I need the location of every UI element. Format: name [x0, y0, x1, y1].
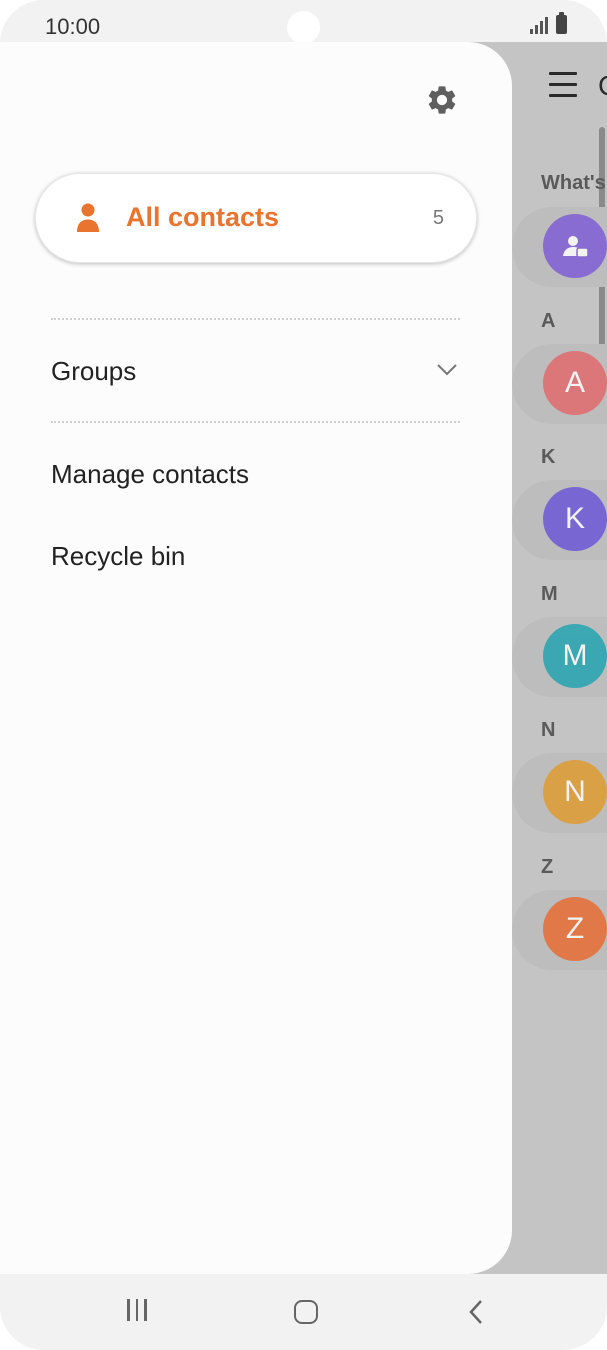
- settings-button[interactable]: [424, 82, 460, 118]
- back-button[interactable]: [456, 1294, 496, 1330]
- signal-icon: [530, 16, 548, 34]
- system-nav-bar: [0, 1274, 607, 1350]
- all-contacts-count: 5: [432, 207, 444, 229]
- section-header: M: [541, 583, 558, 605]
- navigation-drawer: All contacts 5 Groups Manage contacts Re…: [0, 42, 512, 1274]
- all-contacts-label: All contacts: [126, 202, 280, 232]
- recycle-bin-item[interactable]: Recycle bin: [51, 541, 185, 572]
- battery-icon: [556, 12, 567, 34]
- front-camera: [287, 11, 320, 44]
- chevron-down-icon[interactable]: [436, 363, 458, 377]
- manage-contacts-item[interactable]: Manage contacts: [51, 459, 249, 490]
- menu-icon: [549, 72, 577, 105]
- contacts-title: C: [598, 70, 607, 102]
- avatar: N: [543, 760, 607, 824]
- recent-apps-button[interactable]: [117, 1294, 157, 1330]
- section-header: N: [541, 719, 556, 741]
- person-icon: [77, 203, 99, 232]
- back-icon: [469, 1300, 482, 1324]
- section-header: What's: [541, 172, 606, 194]
- status-time: 10:00: [45, 14, 101, 39]
- status-bar: 10:00: [0, 0, 607, 44]
- phone-screen: 10:00 C What's A A K K M M N N Z Z: [0, 0, 607, 1350]
- divider: [51, 421, 460, 423]
- avatar: A: [543, 351, 607, 415]
- groups-label: Groups: [51, 356, 137, 386]
- avatar: K: [543, 487, 607, 551]
- section-header: Z: [541, 856, 554, 878]
- avatar: Z: [543, 897, 607, 961]
- profile-card-icon: [543, 214, 607, 278]
- gear-icon: [428, 86, 456, 114]
- recent-apps-icon: [124, 1298, 150, 1326]
- home-icon: [294, 1300, 318, 1324]
- section-header: K: [541, 446, 556, 468]
- section-header: A: [541, 310, 556, 332]
- avatar: M: [543, 624, 607, 688]
- home-button[interactable]: [286, 1294, 326, 1330]
- groups-item[interactable]: Groups: [51, 353, 460, 393]
- all-contacts-item[interactable]: All contacts 5: [35, 173, 477, 263]
- status-icons: [530, 12, 567, 34]
- divider: [51, 318, 460, 320]
